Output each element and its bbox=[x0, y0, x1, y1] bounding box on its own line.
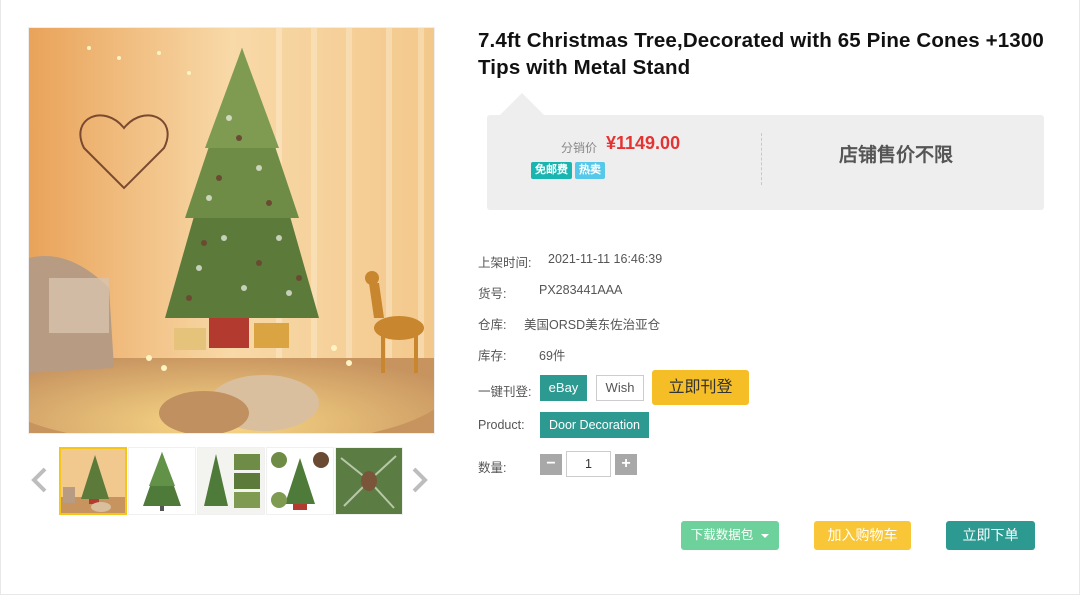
publish-now-button[interactable]: 立即刊登 bbox=[652, 370, 749, 405]
detail-value: 美国ORSD美东佐治亚仓 bbox=[524, 318, 661, 332]
publish-label: 一键刊登: bbox=[478, 385, 532, 399]
quantity-decrement-button[interactable]: − bbox=[540, 454, 562, 475]
quantity-input[interactable]: 1 bbox=[566, 451, 611, 477]
quantity-label: 数量: bbox=[478, 461, 507, 475]
thumbnail-3[interactable] bbox=[197, 447, 265, 515]
quantity-increment-button[interactable]: + bbox=[615, 454, 637, 475]
thumbnail-strip bbox=[28, 447, 433, 515]
detail-value: 2021-11-11 16:46:39 bbox=[548, 252, 663, 266]
thumbnail-1[interactable] bbox=[59, 447, 127, 515]
product-title: 7.4ft Christmas Tree,Decorated with 65 P… bbox=[478, 29, 1044, 79]
ebay-button[interactable]: eBay bbox=[540, 375, 587, 401]
caret-down-icon bbox=[761, 533, 770, 538]
badge-free-shipping: 免邮费 bbox=[531, 162, 572, 179]
price-box: 分销价 ¥1149.00 免邮费 热卖 店铺售价不限 bbox=[487, 115, 1044, 210]
store-price-note: 店铺售价不限 bbox=[839, 145, 954, 166]
christmas-tree-room-photo bbox=[29, 28, 434, 433]
detail-label: 上架时间: bbox=[478, 256, 532, 270]
price-label: 分销价 bbox=[561, 141, 598, 155]
thumbnail-5[interactable] bbox=[335, 447, 403, 515]
chevron-right-icon[interactable] bbox=[409, 465, 431, 495]
detail-value: PX283441AAA bbox=[539, 283, 623, 297]
detail-label: 库存: bbox=[478, 349, 507, 363]
badge-hot-sale: 热卖 bbox=[575, 162, 605, 179]
thumbnail-4[interactable] bbox=[266, 447, 334, 515]
price-value: ¥1149.00 bbox=[606, 133, 681, 153]
add-to-cart-button[interactable]: 加入购物车 bbox=[814, 521, 911, 550]
product-type-label: Product: bbox=[478, 418, 525, 432]
wish-button[interactable]: Wish bbox=[596, 375, 644, 401]
detail-label: 仓库: bbox=[478, 318, 507, 332]
thumbnail-2[interactable] bbox=[128, 447, 196, 515]
price-box-notch bbox=[500, 93, 544, 115]
download-data-button[interactable]: 下载数据包 bbox=[681, 521, 779, 550]
product-type-button[interactable]: Door Decoration bbox=[540, 412, 649, 438]
chevron-left-icon[interactable] bbox=[28, 465, 50, 495]
buy-now-button[interactable]: 立即下单 bbox=[946, 521, 1035, 550]
detail-value: 69件 bbox=[539, 349, 566, 363]
download-data-label: 下载数据包 bbox=[690, 528, 754, 542]
price-divider bbox=[761, 133, 762, 185]
detail-label: 货号: bbox=[478, 287, 507, 301]
main-product-image[interactable] bbox=[28, 27, 435, 434]
